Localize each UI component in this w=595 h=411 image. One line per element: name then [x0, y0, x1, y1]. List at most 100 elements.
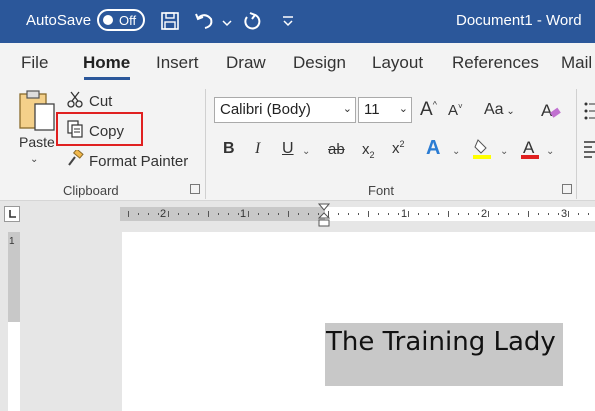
tab-insert[interactable]: Insert [156, 53, 199, 73]
undo-dropdown-icon[interactable] [222, 14, 232, 32]
chevron-down-icon: ⌄ [342, 103, 352, 115]
tab-references[interactable]: References [452, 53, 539, 73]
ruler-tick [428, 213, 429, 215]
ruler-number: 1 [240, 208, 247, 220]
ruler-tick [388, 213, 389, 215]
ruler-tick [358, 213, 359, 215]
font-name-value: Calibri (Body) [220, 101, 311, 118]
ruler-tick [278, 213, 279, 215]
paintbrush-icon [66, 148, 84, 172]
undo-icon[interactable] [192, 8, 216, 34]
tab-layout[interactable]: Layout [372, 53, 423, 73]
font-launcher-icon[interactable] [562, 184, 572, 194]
group-divider [576, 89, 577, 199]
text-effects-icon[interactable]: A [426, 137, 440, 160]
tab-mailings[interactable]: Mail [561, 53, 592, 73]
paste-button[interactable]: Paste [19, 134, 55, 150]
paste-icon[interactable] [18, 89, 58, 138]
autosave-toggle[interactable]: Off [97, 9, 145, 31]
document-text[interactable]: The Training Lady [326, 327, 556, 357]
title-bar: AutoSave Off Document1 - Word [0, 0, 595, 43]
highlight-icon[interactable] [470, 137, 494, 166]
ruler-margin-left [120, 207, 325, 221]
redo-icon[interactable] [240, 8, 264, 34]
strikethrough-icon[interactable]: ab [328, 141, 345, 158]
clipboard-group-label: Clipboard [63, 183, 119, 198]
scissors-icon [66, 90, 84, 112]
tab-draw[interactable]: Draw [226, 53, 266, 73]
copy-highlight-box [56, 112, 143, 146]
font-color-dropdown-icon[interactable]: ⌄ [546, 146, 554, 157]
superscript-icon[interactable]: x2 [392, 139, 405, 157]
ribbon-tabs: File Home Insert Draw Design Layout Refe… [0, 43, 595, 81]
cut-label: Cut [89, 92, 113, 110]
ruler-number: 3 [561, 208, 568, 220]
ruler-tick [548, 213, 549, 215]
change-case-label: Aa [484, 101, 504, 118]
shrink-font-icon[interactable]: A˅ [448, 102, 463, 119]
indent-marker-icon[interactable] [317, 203, 331, 234]
ruler-tick [298, 213, 299, 215]
ruler-tick [588, 213, 589, 215]
ruler-tick [368, 211, 369, 217]
change-case-button[interactable]: Aa ⌄ [484, 101, 515, 119]
ruler-tick [348, 213, 349, 215]
ruler-tick [508, 213, 509, 215]
font-color-icon[interactable]: A [518, 137, 542, 166]
subscript-icon[interactable]: x2 [362, 141, 375, 160]
vertical-ruler[interactable] [8, 322, 20, 411]
ruler-number: 1 [401, 208, 408, 220]
font-name-select[interactable]: Calibri (Body) ⌄ [214, 97, 356, 123]
tab-design[interactable]: Design [293, 53, 346, 73]
format-painter-button[interactable]: Format Painter [66, 148, 189, 172]
ruler-number: 2 [160, 208, 167, 220]
ruler-tick [218, 213, 219, 215]
clipboard-launcher-icon[interactable] [190, 184, 200, 194]
document-title: Document1 - Word [456, 12, 582, 29]
text-effects-dropdown-icon[interactable]: ⌄ [452, 146, 460, 157]
ruler-tick [168, 211, 169, 217]
toggle-knob [103, 15, 113, 25]
paste-dropdown-icon[interactable]: ⌄ [30, 154, 38, 165]
save-icon[interactable] [158, 8, 182, 34]
ruler-tick [178, 213, 179, 215]
tab-selector-icon[interactable] [4, 206, 20, 222]
chevron-down-icon: ⌄ [398, 103, 408, 115]
ruler-tick [258, 213, 259, 215]
grow-font-icon[interactable]: A^ [420, 99, 437, 121]
font-size-select[interactable]: 11 ⌄ [358, 97, 412, 123]
bullets-icon[interactable] [584, 101, 595, 126]
ruler-tick [568, 211, 569, 217]
active-tab-indicator [84, 77, 130, 80]
clear-formatting-icon[interactable]: A [540, 99, 562, 126]
cut-button[interactable]: Cut [66, 90, 112, 112]
ruler-tick [438, 213, 439, 215]
ruler-tick [128, 211, 129, 217]
ribbon: Paste ⌄ Cut Copy Format Painter Clipboar… [0, 81, 595, 201]
tab-home[interactable]: Home [83, 53, 130, 73]
italic-icon[interactable]: I [255, 140, 260, 158]
customize-toolbar-icon[interactable] [276, 8, 300, 34]
ruler-tick [378, 213, 379, 215]
ruler-tick [418, 213, 419, 215]
bold-icon[interactable]: B [223, 140, 235, 158]
vertical-ruler-number: 1 [9, 236, 15, 247]
ruler-tick [488, 211, 489, 217]
ruler-tick [328, 211, 329, 217]
autosave-state: Off [119, 13, 137, 28]
format-painter-label: Format Painter [89, 152, 189, 170]
ruler-tick [398, 213, 399, 215]
ruler-tick [148, 213, 149, 215]
highlight-dropdown-icon[interactable]: ⌄ [500, 146, 508, 157]
tab-file[interactable]: File [21, 53, 48, 73]
ruler-tick [228, 213, 229, 215]
svg-text:A: A [541, 101, 553, 120]
ruler-tick [268, 213, 269, 215]
ruler-tick [318, 213, 319, 215]
underline-icon[interactable]: U [282, 140, 294, 158]
align-left-icon[interactable] [584, 139, 595, 164]
underline-dropdown-icon[interactable]: ⌄ [302, 146, 310, 157]
ruler-tick [188, 213, 189, 215]
ruler-tick [518, 213, 519, 215]
autosave-label: AutoSave [26, 12, 92, 29]
